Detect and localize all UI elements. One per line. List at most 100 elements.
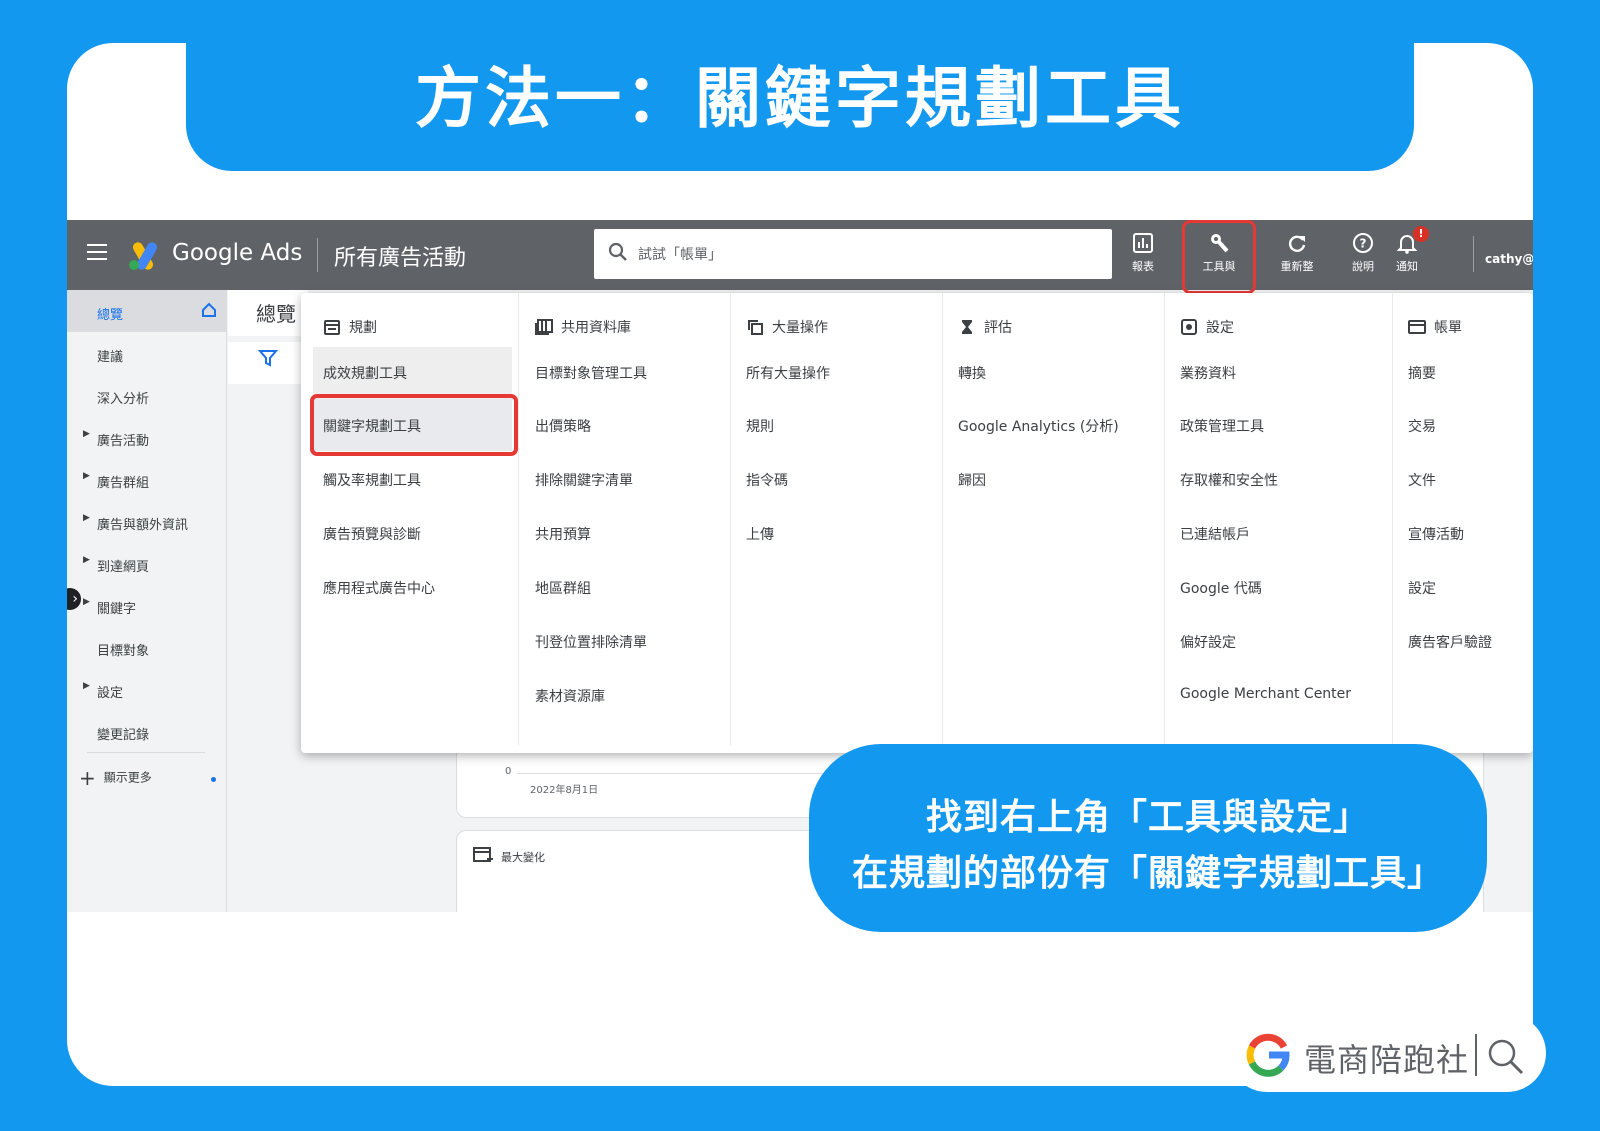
chart-date-label: 2022年8月1日 [530,785,599,796]
menu-item-conversions[interactable]: 轉換 [958,363,986,383]
sidebar-item-settings[interactable]: ▶ 設定 [67,668,227,710]
column-shared-library: 共用資料庫 目標對象管理工具 出價策略 排除關鍵字清單 共用預算 地區群組 刊登… [513,293,725,745]
biggest-change-label: 最大變化 [501,851,545,864]
show-more-label: 顯示更多 [103,770,152,785]
expand-arrow-icon: ▶ [83,513,90,523]
column-planning: 規劃 成效規劃工具 關鍵字規劃工具 觸及率規劃工具 廣告預覽與診斷 應用程式廣告… [301,293,519,745]
plus-icon: + [79,766,96,790]
overview-heading: 總覽 [228,290,308,336]
column-heading-label: 共用資料庫 [561,320,631,336]
menu-item-audience-manager[interactable]: 目標對象管理工具 [535,363,647,383]
menu-item-asset-library[interactable]: 素材資源庫 [535,686,605,706]
menu-item-performance-planner[interactable]: 成效規劃工具 [323,363,407,383]
google-g-logo-icon [1246,1033,1290,1077]
sidebar-item-keywords[interactable]: ▶ 關鍵字 [67,584,227,626]
menu-item-summary[interactable]: 摘要 [1408,363,1436,383]
refresh-button[interactable]: 重新整 [1267,232,1327,274]
menu-item-uploads[interactable]: 上傳 [746,524,774,544]
menu-item-attribution[interactable]: 歸因 [958,470,986,490]
page-title: 方法一：關鍵字規劃工具 [415,60,1185,137]
trend-icon [473,847,493,862]
hourglass-icon [962,320,972,334]
keyword-planner-highlight-box [310,394,518,456]
sidebar-item-ad-groups[interactable]: ▶ 廣告群組 [67,458,227,500]
home-icon [202,302,216,317]
menu-item-google-tag[interactable]: Google 代碼 [1180,578,1262,598]
refresh-icon [1288,235,1306,252]
menu-item-shared-budgets[interactable]: 共用預算 [535,524,591,544]
menu-item-billing-settings[interactable]: 設定 [1408,578,1436,598]
sidebar-item-change-history[interactable]: 變更記錄 [67,710,227,752]
settings-icon [1181,319,1197,335]
calendar-icon [324,320,340,335]
sidebar-item-label: 廣告與額外資訊 [97,518,189,533]
svg-text:?: ? [1360,237,1367,251]
tools-settings-dropdown: 規劃 成效規劃工具 關鍵字規劃工具 觸及率規劃工具 廣告預覽與診斷 應用程式廣告… [301,293,1533,753]
menu-icon[interactable] [87,244,107,264]
menu-item-promotions[interactable]: 宣傳活動 [1408,524,1464,544]
column-heading: 規劃 [323,317,377,337]
divider [317,238,318,272]
menu-item-documents[interactable]: 文件 [1408,470,1436,490]
filter-icon[interactable] [258,348,278,368]
expand-arrow-icon: ▶ [83,555,90,565]
column-heading-label: 設定 [1206,320,1234,336]
menu-item-advertiser-verification[interactable]: 廣告客戶驗證 [1408,632,1492,652]
menu-item-location-groups[interactable]: 地區群組 [535,578,591,598]
menu-item-all-bulk-actions[interactable]: 所有大量操作 [746,363,830,383]
menu-item-policy-manager[interactable]: 政策管理工具 [1180,416,1264,436]
refresh-label: 重新整 [1280,260,1314,273]
sidebar-item-audiences[interactable]: 目標對象 [67,626,227,668]
sidebar-item-overview[interactable]: 總覽 [67,290,227,332]
user-account[interactable]: cathy@ [1485,252,1533,266]
notification-badge: ! [1413,226,1429,242]
chart-axis-zero: 0 [505,766,512,777]
menu-item-ad-preview[interactable]: 廣告預覽與診斷 [323,524,421,544]
sidebar-item-insights[interactable]: 深入分析 [67,374,227,416]
menu-item-placement-exclusion-lists[interactable]: 刊登位置排除清單 [535,632,647,652]
menu-item-negative-keyword-lists[interactable]: 排除關鍵字清單 [535,470,633,490]
sidebar-item-ads-assets[interactable]: ▶ 廣告與額外資訊 [67,500,227,542]
column-heading-label: 評估 [984,320,1012,336]
menu-item-google-merchant-center[interactable]: Google Merchant Center [1180,686,1351,702]
menu-item-app-advertising-hub[interactable]: 應用程式廣告中心 [323,578,435,598]
column-billing: 帳單 摘要 交易 文件 宣傳活動 設定 廣告客戶驗證 [1386,293,1533,745]
expand-arrow-icon: ▶ [83,681,90,691]
reports-button[interactable]: 報表 [1113,232,1173,274]
menu-item-scripts[interactable]: 指令碼 [746,470,788,490]
column-setup: 設定 業務資料 政策管理工具 存取權和安全性 已連結帳戶 Google 代碼 偏… [1158,293,1386,745]
menu-item-linked-accounts[interactable]: 已連結帳戶 [1180,524,1250,544]
search-placeholder: 試試「帳單」 [638,247,722,263]
show-more-button[interactable]: + 顯示更多 [79,766,152,790]
sidebar-item-label: 建議 [97,350,124,365]
menu-item-reach-planner[interactable]: 觸及率規劃工具 [323,470,421,490]
sidebar-item-label: 深入分析 [97,392,150,407]
menu-item-business-data[interactable]: 業務資料 [1180,363,1236,383]
expand-arrow-icon: ▶ [83,471,90,481]
sidebar-item-recommendations[interactable]: 建議 [67,332,227,374]
sidebar-item-landing-pages[interactable]: ▶ 到達網頁 [67,542,227,584]
column-bulk-actions: 大量操作 所有大量操作 規則 指令碼 上傳 [724,293,936,745]
credit-card-icon [1408,320,1426,334]
menu-item-transactions[interactable]: 交易 [1408,416,1436,436]
menu-item-preferences[interactable]: 偏好設定 [1180,632,1236,652]
library-icon [535,319,553,335]
sidebar-item-label: 到達網頁 [97,560,150,575]
sidebar-item-campaigns[interactable]: ▶ 廣告活動 [67,416,227,458]
search-icon [1488,1039,1524,1075]
menu-item-bid-strategies[interactable]: 出價策略 [535,416,591,436]
help-icon: ? [1353,233,1373,253]
menu-item-rules[interactable]: 規則 [746,416,774,436]
brand-name: Google Ads [172,240,303,266]
menu-item-google-analytics[interactable]: Google Analytics (分析) [958,416,1119,436]
search-input[interactable]: 試試「帳單」 [594,229,1112,279]
sidebar-item-label: 廣告群組 [97,476,150,491]
campaign-title: 所有廣告活動 [334,246,467,271]
column-heading: 共用資料庫 [535,317,631,337]
sidebar-item-label: 目標對象 [97,644,150,659]
new-dot-indicator [211,777,216,782]
menu-item-access-security[interactable]: 存取權和安全性 [1180,470,1278,490]
column-heading-label: 帳單 [1434,320,1462,336]
sidebar: 總覽 建議 深入分析 ▶ 廣告活動 ▶ 廣告群組 ▶ 廣告與額外資訊 ▶ 到達網頁 ▶ 關… [67,290,227,912]
notifications-button[interactable]: 通知 [1377,232,1437,274]
